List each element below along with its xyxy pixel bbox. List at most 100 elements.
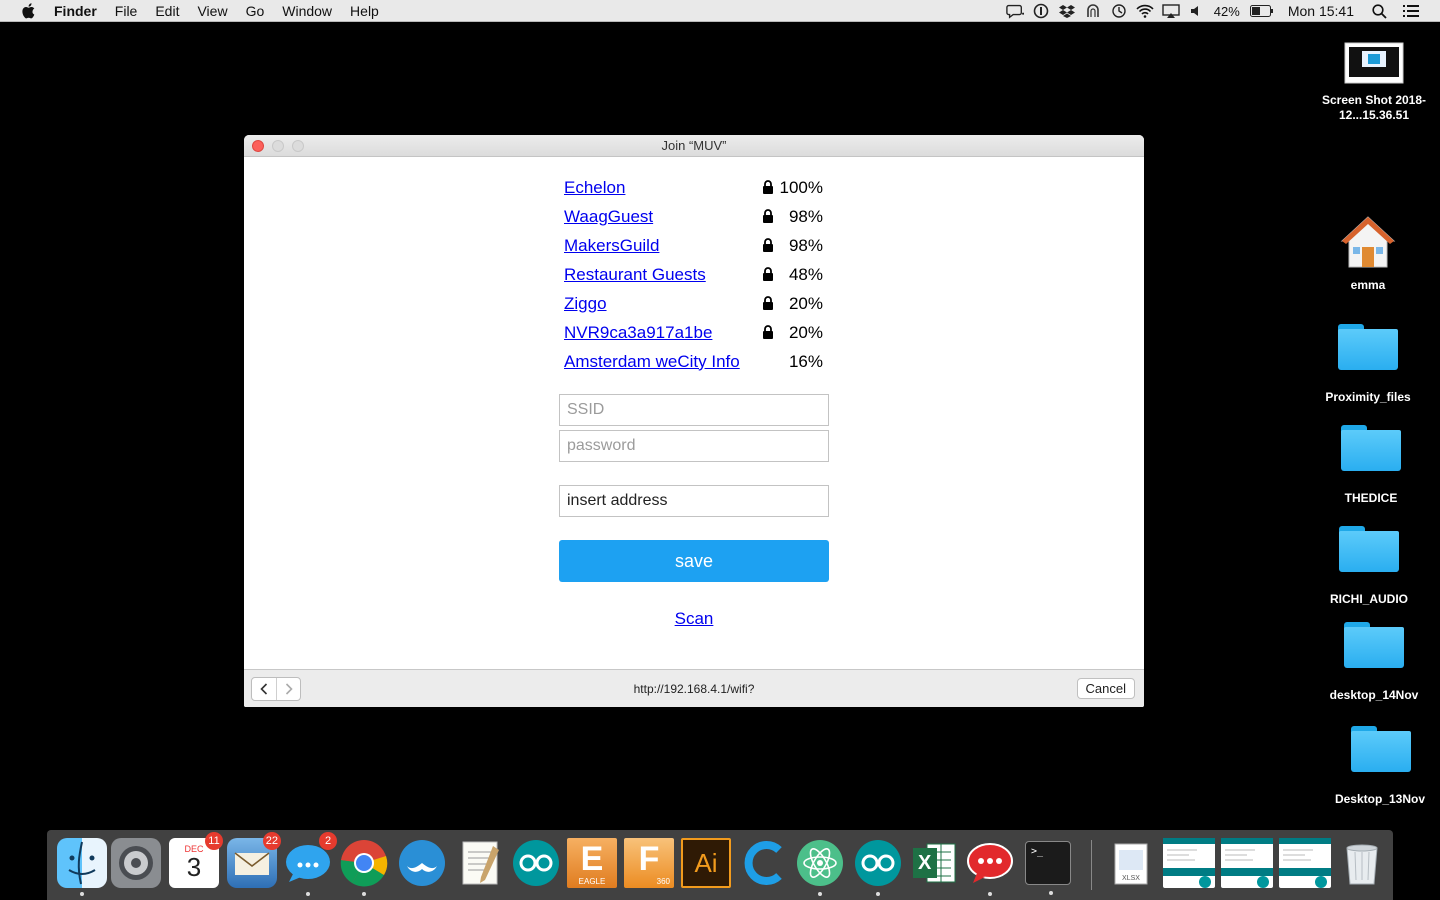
dock-c-app[interactable] xyxy=(739,838,789,888)
window-close-button[interactable] xyxy=(252,140,264,152)
messages-badge: 2 xyxy=(319,832,337,850)
dock-arduino-window-3[interactable] xyxy=(1279,838,1331,888)
network-link-ziggo[interactable]: Ziggo xyxy=(564,294,607,314)
network-link-waagguest[interactable]: WaagGuest xyxy=(564,207,653,227)
battery-percent: 42% xyxy=(1213,3,1240,19)
wifi-icon[interactable] xyxy=(1136,3,1154,19)
desktop-item-richi-audio[interactable]: RICHI_AUDIO xyxy=(1304,526,1434,607)
folder-icon xyxy=(1344,622,1404,668)
menu-go[interactable]: Go xyxy=(246,0,265,22)
mustache-icon xyxy=(399,840,445,886)
dock-fusion-360[interactable]: F 360 xyxy=(624,838,674,888)
eagle-label: EAGLE xyxy=(578,877,606,886)
running-indicator xyxy=(306,892,310,896)
dock-eagle[interactable]: E EAGLE xyxy=(567,838,617,888)
dock-arduino-window-1[interactable] xyxy=(1163,838,1215,888)
airplay-icon[interactable] xyxy=(1162,3,1180,19)
mail-badge: 22 xyxy=(262,832,281,850)
spotlight-search-icon[interactable] xyxy=(1370,3,1388,19)
running-indicator xyxy=(818,892,822,896)
ssid-input[interactable] xyxy=(559,394,829,426)
menu-edit[interactable]: Edit xyxy=(155,0,179,22)
dock-calendar[interactable]: DEC 3 11 xyxy=(169,832,223,888)
network-link-restaurant-guests[interactable]: Restaurant Guests xyxy=(564,265,706,285)
window-thumbnail-icon xyxy=(1279,838,1331,888)
signal-strength: 48% xyxy=(788,265,823,284)
menu-app-finder[interactable]: Finder xyxy=(54,0,97,22)
dock-arduino[interactable] xyxy=(511,838,561,888)
dock-arduino-2[interactable] xyxy=(853,838,903,896)
dock-textedit[interactable] xyxy=(455,838,505,888)
window-zoom-button[interactable] xyxy=(292,140,304,152)
cancel-button[interactable]: Cancel xyxy=(1076,678,1135,699)
desktop-item-screenshot[interactable]: Screen Shot 2018-12...15.36.51 xyxy=(1309,42,1439,123)
dock-mustache-app[interactable] xyxy=(397,838,447,888)
menu-file[interactable]: File xyxy=(115,0,138,22)
signal-strength: 98% xyxy=(788,236,823,255)
network-link-echelon[interactable]: Echelon xyxy=(564,178,625,198)
running-indicator xyxy=(1049,891,1053,895)
dock-chrome[interactable] xyxy=(339,838,389,896)
dock-separator xyxy=(1091,840,1092,890)
dock-terminal[interactable]: >_ xyxy=(1025,841,1071,895)
menu-help[interactable]: Help xyxy=(350,0,379,22)
desktop-item-desktop-13nov[interactable]: Desktop_13Nov xyxy=(1306,726,1436,807)
network-link-amsterdam-wecity-info[interactable]: Amsterdam weCity Info xyxy=(564,352,740,372)
network-row: MakersGuild 98% xyxy=(564,231,834,260)
dock-atom[interactable] xyxy=(795,838,845,896)
dropbox-icon[interactable] xyxy=(1058,3,1076,19)
desktop-item-proximity-files[interactable]: Proximity_files xyxy=(1303,324,1433,405)
desktop-item-label: desktop_14Nov xyxy=(1329,688,1419,702)
1password-icon[interactable] xyxy=(1032,3,1050,19)
menu-window[interactable]: Window xyxy=(282,0,332,22)
volume-icon[interactable] xyxy=(1188,3,1206,19)
arch-icon[interactable] xyxy=(1084,3,1102,19)
chrome-icon xyxy=(340,840,388,887)
svg-text:XLSX: XLSX xyxy=(1122,875,1140,882)
dock-trash[interactable] xyxy=(1337,838,1387,888)
menu-view[interactable]: View xyxy=(197,0,227,22)
network-link-makersguild[interactable]: MakersGuild xyxy=(564,236,659,256)
desktop-item-emma[interactable]: emma xyxy=(1303,215,1433,293)
menubar-clock[interactable]: Mon 15:41 xyxy=(1288,3,1354,19)
scan-link[interactable]: Scan xyxy=(675,609,714,628)
window-minimize-button[interactable] xyxy=(272,140,284,152)
dock-illustrator[interactable]: Ai xyxy=(681,838,731,888)
desktop-item-desktop-14nov[interactable]: desktop_14Nov xyxy=(1309,622,1439,703)
notification-center-icon[interactable] xyxy=(1402,3,1420,19)
desktop-item-label: THEDICE xyxy=(1344,491,1398,505)
desktop-item-thedice[interactable]: THEDICE xyxy=(1306,425,1436,506)
network-row: Restaurant Guests 48% xyxy=(564,260,834,289)
folder-icon xyxy=(1339,526,1399,572)
signal-strength: 100% xyxy=(779,178,823,197)
status-area: 42% Mon 15:41 xyxy=(1006,0,1440,22)
dock-arduino-window-2[interactable] xyxy=(1221,838,1273,888)
lock-icon xyxy=(763,209,773,223)
speech-bubble-icon[interactable] xyxy=(1006,3,1024,19)
dock-mail[interactable]: 22 xyxy=(227,832,281,888)
dock-excel[interactable]: X xyxy=(909,838,959,888)
time-machine-icon[interactable] xyxy=(1110,3,1128,19)
dock-finder[interactable] xyxy=(57,838,107,896)
chat-bubble-icon xyxy=(967,843,1013,883)
dock-system-preferences[interactable] xyxy=(111,838,161,888)
dock-messages[interactable]: 2 xyxy=(283,832,337,896)
lock-icon xyxy=(763,267,773,281)
window-titlebar[interactable]: Join “MUV” xyxy=(244,135,1144,157)
folder-icon xyxy=(1338,324,1398,370)
window-title: Join “MUV” xyxy=(661,138,727,153)
network-link-nvr9ca3a917a1be[interactable]: NVR9ca3a917a1be xyxy=(564,323,712,343)
excel-label: X xyxy=(918,852,932,874)
password-input[interactable] xyxy=(559,430,829,462)
save-button[interactable]: save xyxy=(559,540,829,582)
desktop-item-label: Desktop_13Nov xyxy=(1334,792,1426,806)
battery-icon[interactable] xyxy=(1249,3,1274,19)
apple-icon[interactable] xyxy=(21,2,35,19)
home-folder-icon xyxy=(1340,216,1396,268)
fusion-letter: F xyxy=(638,840,660,878)
window-bottom-bar: http://192.168.4.1/wifi? Cancel xyxy=(244,669,1144,707)
dock-documents-stack[interactable]: XLSX xyxy=(1107,838,1157,888)
arduino-icon xyxy=(855,840,901,886)
dock-chat-app[interactable] xyxy=(965,838,1015,896)
address-input[interactable] xyxy=(559,485,829,517)
